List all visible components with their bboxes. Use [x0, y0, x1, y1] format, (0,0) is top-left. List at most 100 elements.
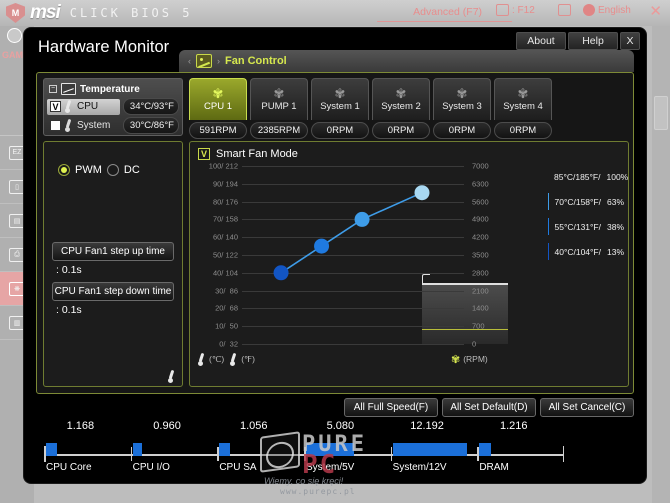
- page-title: Hardware Monitor: [38, 38, 170, 56]
- step-up-time-value: : 0.1s: [56, 264, 82, 276]
- y-tick-rpm: 6300: [472, 179, 489, 189]
- y-tick-temperature: 90/ 194: [212, 179, 238, 189]
- temperature-row-cpu: V CPU 34°C/93°F: [47, 98, 179, 115]
- legend-temperature: 70°C/158°F/: [554, 196, 601, 207]
- voltage-label-system-5v: System/5V: [306, 462, 355, 473]
- fan-icon: ✾: [395, 86, 407, 101]
- fan-icon: ✾: [450, 353, 461, 366]
- all-full-speed-button[interactable]: All Full Speed(F): [344, 398, 438, 417]
- all-set-default-button[interactable]: All Set Default(D): [442, 398, 536, 417]
- legend-item[interactable]: 85°C/185°F/ 100%: [548, 168, 628, 185]
- fan-curve-point-40c[interactable]: [273, 265, 289, 281]
- bios-close-icon[interactable]: ✕: [649, 4, 662, 19]
- y-tick-rpm: 4200: [472, 232, 489, 242]
- fan-rpm-value: 591RPM: [189, 122, 247, 139]
- fan-curve-svg: [273, 185, 430, 281]
- fan-tab-label: System 3: [442, 101, 482, 112]
- voltage-label-cpu-core: CPU Core: [46, 462, 92, 473]
- temperature-select-system[interactable]: System: [47, 118, 120, 134]
- y-tick-temperature: 100/ 212: [208, 161, 238, 171]
- temperature-select-cpu[interactable]: V CPU: [47, 98, 120, 115]
- fan-curve-point-70c[interactable]: [354, 211, 370, 227]
- voltage-bar-dram: [479, 443, 492, 456]
- fan-icon: ✾: [273, 86, 285, 101]
- voltage-value-cpu-core: 1.168: [66, 420, 95, 432]
- cpu-checkbox[interactable]: V: [50, 101, 61, 112]
- smart-fan-mode-checkbox[interactable]: V: [198, 148, 210, 160]
- hardware-monitor-icon: ❋: [8, 281, 26, 296]
- screenshot-key-label: : F12: [512, 4, 535, 16]
- fan-tab-head: ✾ System 4: [494, 78, 552, 120]
- breadcrumb-forward-icon[interactable]: ›: [217, 56, 220, 66]
- help-button[interactable]: Help: [568, 32, 618, 50]
- cpu-label: CPU: [77, 101, 99, 112]
- legend-temperature: 40°C/104°F/: [554, 246, 601, 257]
- camera-icon: [496, 4, 509, 16]
- dc-radio[interactable]: [106, 164, 119, 176]
- voltage-bar-cpu-sa: [219, 443, 230, 456]
- voltage-label-dram: DRAM: [479, 462, 509, 473]
- legend-item[interactable]: 55°C/131°F/ 38%: [548, 218, 624, 235]
- fan-tab-label: PUMP 1: [261, 101, 297, 112]
- chart-footer-axis: (℃) (℉) ✾ (RPM): [198, 350, 542, 368]
- thermometer-icon: [65, 119, 73, 132]
- bios-right-rail: [652, 26, 670, 503]
- close-button[interactable]: X: [620, 32, 640, 50]
- fan-rpm-value: 2385RPM: [250, 122, 308, 139]
- voltage-bar-system-5v: [306, 443, 355, 456]
- fan-tab-cpu-1[interactable]: ✾ CPU 1 591RPM: [189, 78, 247, 139]
- fan-control-panel: − Temperature V CPU 34°C/93°F System 30°…: [36, 72, 634, 394]
- bios-top-bar: M msi CLICK BIOS 5 Advanced (F7) : F12 E…: [0, 0, 670, 26]
- fan-icon: ✾: [334, 86, 346, 101]
- fan-curve-point-85c[interactable]: [414, 185, 430, 201]
- fan-tab-head: ✾ PUMP 1: [250, 78, 308, 120]
- msi-logo: M msi CLICK BIOS 5: [0, 2, 192, 24]
- y-tick-rpm: 1400: [472, 303, 489, 313]
- advanced-mode-label: Advanced (F7): [413, 6, 483, 18]
- y-tick-rpm: 2100: [472, 286, 489, 296]
- overclock-icon: ▤: [8, 213, 26, 228]
- fan-rpm-value: 0RPM: [311, 122, 369, 139]
- fan-tab-head: ✾ System 2: [372, 78, 430, 120]
- fan-tab-system-2[interactable]: ✾ System 2 0RPM: [372, 78, 430, 139]
- about-button[interactable]: About: [516, 32, 566, 50]
- language-selector[interactable]: English: [583, 4, 631, 16]
- voltage-label-cpu-sa: CPU SA: [219, 462, 257, 473]
- expand-icon[interactable]: −: [49, 85, 57, 93]
- pwm-radio-dot: [61, 167, 67, 173]
- all-set-cancel-button[interactable]: All Set Cancel(C): [540, 398, 634, 417]
- fan-rpm-value: 0RPM: [494, 122, 552, 139]
- voltage-bar-cpu-core: [46, 443, 58, 456]
- globe-icon: [583, 4, 595, 16]
- legend-item[interactable]: 40°C/104°F/ 13%: [548, 243, 624, 260]
- clock-icon: [7, 28, 22, 43]
- pwm-radio[interactable]: [58, 164, 70, 176]
- system-checkbox[interactable]: [50, 120, 61, 131]
- fan-tab-system-1[interactable]: ✾ System 1 0RPM: [311, 78, 369, 139]
- step-down-time-value: : 0.1s: [56, 304, 82, 316]
- y-tick-rpm: 7000: [472, 161, 489, 171]
- fan-rpm-value: 0RPM: [372, 122, 430, 139]
- fan-tab-system-4[interactable]: ✾ System 4 0RPM: [494, 78, 552, 139]
- fan-tab-system-3[interactable]: ✾ System 3 0RPM: [433, 78, 491, 139]
- fan-icon: ✾: [517, 86, 529, 101]
- y-tick-rpm: 4900: [472, 214, 489, 224]
- fan-tab-label: System 1: [320, 101, 360, 112]
- legend-item[interactable]: 70°C/158°F/ 63%: [548, 193, 624, 210]
- fan-tab-head: ✾ System 1: [311, 78, 369, 120]
- search-button[interactable]: [558, 4, 571, 16]
- breadcrumb-back-icon[interactable]: ‹: [188, 56, 191, 66]
- fahrenheit-unit-label: (℉): [241, 353, 255, 364]
- screenshot-shortcut[interactable]: : F12: [496, 4, 535, 16]
- voltage-bar-system-12v: [392, 443, 467, 456]
- fan-curve-point-55c[interactable]: [314, 238, 330, 254]
- fan-tab-pump-1[interactable]: ✾ PUMP 1 2385RPM: [250, 78, 308, 139]
- step-up-time-button[interactable]: CPU Fan1 step up time: [52, 242, 174, 261]
- step-down-time-button[interactable]: CPU Fan1 step down time: [52, 282, 174, 301]
- fan-tab-head: ✾ CPU 1: [189, 78, 247, 120]
- y-tick-temperature: 80/ 176: [212, 197, 238, 207]
- y-tick-temperature: 10/ 50: [215, 321, 238, 331]
- fan-icon: ✾: [456, 86, 468, 101]
- search-icon: [558, 4, 571, 16]
- smart-fan-mode-row[interactable]: V Smart Fan Mode: [198, 148, 298, 160]
